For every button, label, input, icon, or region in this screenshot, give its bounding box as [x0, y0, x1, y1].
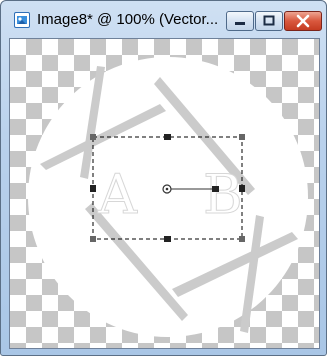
resize-handle-right[interactable] [239, 185, 245, 192]
resize-handle-bottom-right[interactable] [239, 236, 245, 242]
resize-handle-top-right[interactable] [239, 134, 245, 140]
resize-handle-top[interactable] [164, 134, 171, 140]
maximize-button[interactable] [255, 11, 283, 31]
maximize-icon [263, 15, 275, 26]
minimize-icon [235, 22, 245, 25]
title-bar[interactable]: Image8* @ 100% (Vector... [1, 1, 326, 35]
resize-handle-top-left[interactable] [90, 134, 96, 140]
image-canvas[interactable]: A B [9, 38, 320, 349]
close-icon [296, 14, 310, 28]
rotate-handle[interactable] [212, 186, 219, 192]
vector-text-a: A [97, 163, 138, 226]
resize-handle-left[interactable] [90, 185, 96, 192]
minimize-button[interactable] [226, 11, 254, 31]
window-title: Image8* @ 100% (Vector... [37, 11, 217, 28]
resize-handle-bottom-left[interactable] [90, 236, 96, 242]
vector-text-b: B [203, 163, 243, 226]
paint-shop-app-icon[interactable] [14, 12, 30, 28]
close-button[interactable] [284, 11, 322, 31]
image-document-window: Image8* @ 100% (Vector... A B [0, 0, 327, 356]
resize-handle-bottom[interactable] [164, 236, 171, 242]
